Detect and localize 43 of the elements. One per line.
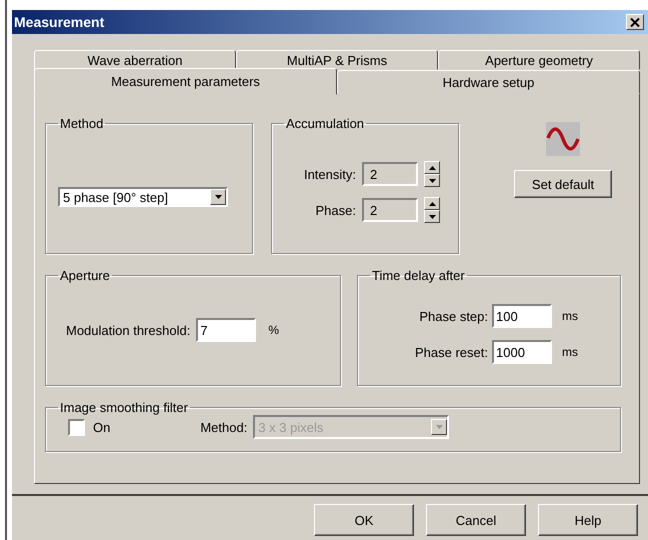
dialog-button[interactable]: OK <box>314 504 414 536</box>
tab[interactable]: Hardware setup <box>337 70 640 94</box>
method-dropdown[interactable]: 5 phase [90° step] <box>58 187 228 207</box>
close-button[interactable] <box>626 14 644 30</box>
up-caret-icon[interactable] <box>428 166 436 170</box>
set-default-button[interactable]: Set default <box>514 170 612 198</box>
delay-field[interactable]: 1000 <box>492 340 552 364</box>
tab[interactable]: Aperture geometry <box>438 50 640 70</box>
field-label: Method: <box>200 420 248 434</box>
close-icon[interactable] <box>630 18 640 26</box>
unit-label: ms <box>562 345 578 359</box>
checkbox[interactable] <box>68 418 85 436</box>
group-label: Accumulation <box>285 116 366 131</box>
tab[interactable]: MultiAP & Prisms <box>236 50 438 70</box>
tab[interactable]: Wave aberration <box>34 50 236 70</box>
group-label: Method <box>59 116 104 131</box>
unit-label: % <box>268 323 279 337</box>
spin-up-button[interactable] <box>424 197 440 210</box>
spin-down-button[interactable] <box>424 210 440 223</box>
spin-field[interactable]: 2 <box>362 162 418 186</box>
up-caret-icon[interactable] <box>428 202 436 206</box>
field-label: Phase reset: <box>415 344 488 360</box>
group-label: Aperture <box>59 268 111 283</box>
delay-field[interactable]: 100 <box>492 304 552 328</box>
spin-field[interactable]: 2 <box>362 198 418 222</box>
spin-up-button[interactable] <box>424 161 440 174</box>
caret-icon[interactable] <box>428 214 436 218</box>
dialog-button[interactable]: Help <box>538 504 638 536</box>
field-label: Modulation threshold: <box>66 322 190 338</box>
group-label: Image smoothing filter <box>59 400 189 415</box>
field-label: Phase: <box>316 202 356 218</box>
field-label: Phase step: <box>419 308 488 324</box>
tab[interactable]: Measurement parameters <box>34 68 337 95</box>
caret-icon[interactable] <box>428 178 436 182</box>
caret-icon[interactable] <box>214 195 222 199</box>
group-label: Time delay after <box>371 268 466 283</box>
spin-down-button[interactable] <box>424 174 440 187</box>
threshold-field[interactable]: 7 <box>196 318 256 342</box>
window-title: Measurement <box>14 14 104 30</box>
field-label: Intensity: <box>304 166 356 182</box>
dialog-button[interactable]: Cancel <box>426 504 526 536</box>
unit-label: ms <box>562 309 578 323</box>
checkbox-label: On <box>93 420 110 434</box>
